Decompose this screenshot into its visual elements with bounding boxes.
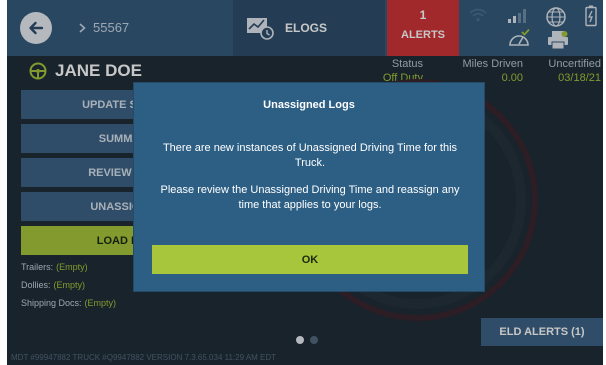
ok-button[interactable]: OK <box>152 245 468 274</box>
dialog-message-1: There are new instances of Unassigned Dr… <box>162 142 458 169</box>
unassigned-logs-dialog: Unassigned Logs There are new instances … <box>133 82 485 292</box>
dialog-message-2: Please review the Unassigned Driving Tim… <box>160 184 460 211</box>
app-screen: 55567 ELOGS 1 ALERTS JANE DOE Status Off… <box>7 0 603 365</box>
dialog-title: Unassigned Logs <box>263 99 355 111</box>
